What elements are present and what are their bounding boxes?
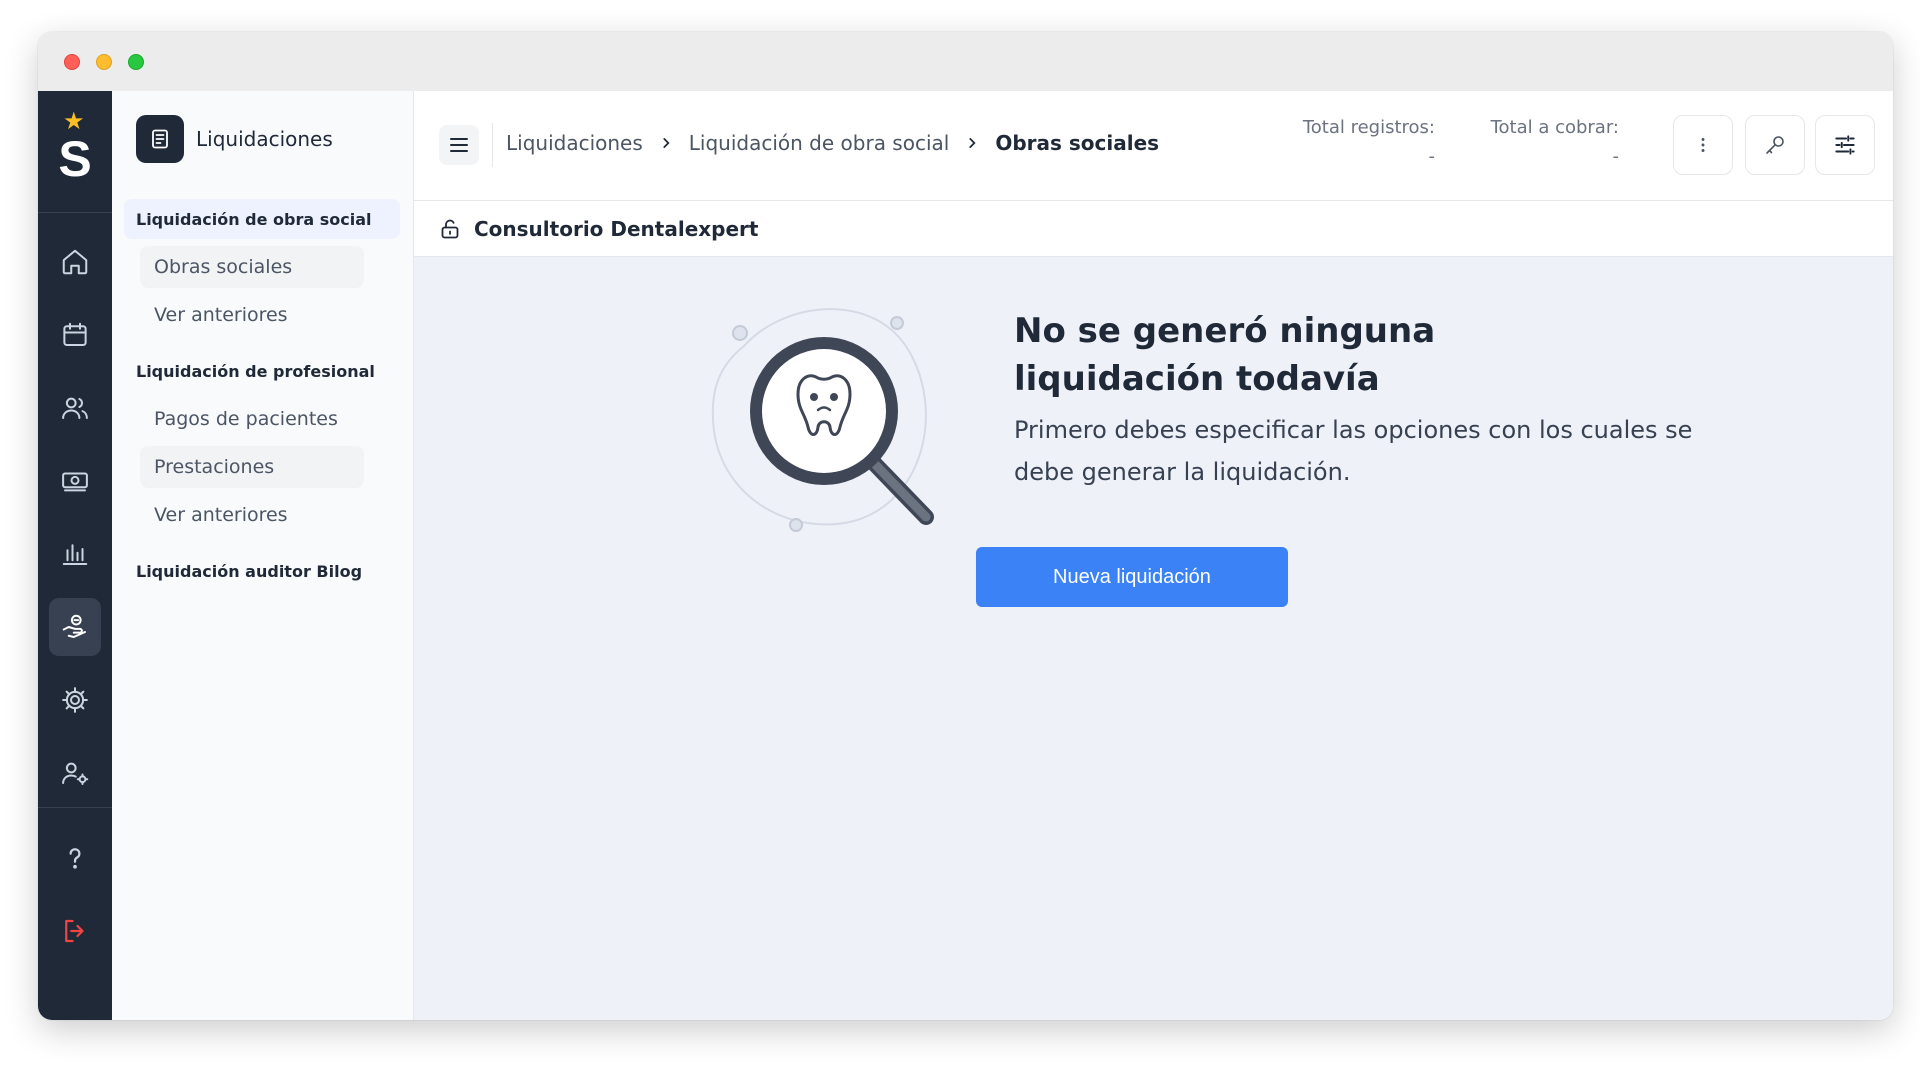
- main-content: Liquidaciones Liquidación de obra social…: [414, 91, 1893, 1020]
- sidebar-section-auditor-bilog[interactable]: Liquidación auditor Bilog: [124, 551, 400, 591]
- breadcrumb: Liquidaciones Liquidación de obra social…: [506, 131, 1159, 155]
- app-body: ★ S Liquidaciones Liquidación de obra so…: [38, 91, 1893, 1020]
- more-vertical-icon: [1701, 138, 1705, 152]
- hamburger-icon: [450, 138, 468, 152]
- stat-total-cobrar-label: Total a cobrar:: [1490, 117, 1619, 138]
- window-titlebar: [38, 32, 1893, 91]
- rail-reports-button[interactable]: [49, 525, 101, 583]
- empty-state-description: Primero debes especificar las opciones c…: [1014, 416, 1693, 486]
- unlock-icon: [441, 219, 459, 238]
- sidebar-header: Liquidaciones: [136, 115, 333, 163]
- menu-toggle-button[interactable]: [439, 125, 479, 165]
- stat-total-cobrar-value: -: [1612, 146, 1620, 167]
- rail-help-button[interactable]: [49, 829, 101, 887]
- window-minimize-button[interactable]: [96, 54, 112, 70]
- sidebar-item-ver-anteriores-profesional[interactable]: Ver anteriores: [140, 494, 364, 536]
- logout-icon: [65, 919, 84, 943]
- main-rail: ★ S: [38, 91, 112, 1020]
- star-icon: ★: [63, 107, 85, 135]
- home-icon: [62, 249, 88, 275]
- money-icon: [62, 472, 88, 492]
- chart-icon: [62, 544, 88, 565]
- breadcrumb-current: Obras sociales: [995, 131, 1160, 155]
- context-bar: Consultorio Dentalexpert: [414, 201, 1893, 257]
- nueva-liquidacion-button[interactable]: Nueva liquidación: [976, 547, 1288, 607]
- app-logo[interactable]: ★ S: [38, 91, 112, 213]
- magnifier-tooth-icon: [711, 308, 934, 532]
- key-icon: [1766, 136, 1784, 154]
- rail-home-button[interactable]: [49, 233, 101, 291]
- liquidaciones-sidebar: Liquidaciones Liquidación de obra social…: [112, 91, 414, 1020]
- filters-button[interactable]: [1815, 115, 1875, 175]
- window-maximize-button[interactable]: [128, 54, 144, 70]
- rail-patients-button[interactable]: [49, 379, 101, 437]
- rail-settings-button[interactable]: [49, 671, 101, 729]
- rail-calendar-button[interactable]: [49, 306, 101, 364]
- window-close-button[interactable]: [64, 54, 80, 70]
- sidebar-section-obra-social[interactable]: Liquidación de obra social: [124, 199, 400, 239]
- rail-divider: [38, 807, 112, 808]
- sidebar-title: Liquidaciones: [196, 127, 333, 151]
- sidebar-section-profesional[interactable]: Liquidación de profesional: [124, 351, 400, 391]
- breadcrumb-obra-social[interactable]: Liquidación de obra social: [689, 131, 950, 155]
- top-bar: Liquidaciones Liquidación de obra social…: [414, 91, 1893, 201]
- sidebar-item-pagos-pacientes[interactable]: Pagos de pacientes: [140, 398, 364, 440]
- app-window: ★ S Liquidaciones Liquidación de obra so…: [38, 32, 1893, 1020]
- sliders-icon: [1835, 135, 1855, 155]
- sidebar-item-prestaciones[interactable]: Prestaciones: [140, 446, 364, 488]
- stat-total-cobrar: Total a cobrar: -: [1491, 117, 1619, 167]
- rail-user-settings-button[interactable]: [49, 744, 101, 802]
- rail-logout-button[interactable]: [49, 902, 101, 960]
- more-options-button[interactable]: [1673, 115, 1733, 175]
- stat-total-registros-value: -: [1428, 146, 1436, 167]
- empty-state: No se generó ninguna liquidación todavía…: [414, 257, 1893, 1020]
- breadcrumb-liquidaciones[interactable]: Liquidaciones: [506, 131, 643, 155]
- chevron-right-icon: [965, 136, 979, 150]
- calendar-icon: [63, 322, 87, 346]
- liquidaciones-icon: [136, 115, 184, 163]
- empty-state-title: No se generó ninguna liquidación todavía: [1014, 311, 1436, 399]
- users-icon: [62, 397, 88, 419]
- help-icon: [69, 848, 81, 869]
- sidebar-item-obras-sociales[interactable]: Obras sociales: [140, 246, 364, 288]
- logo-letter: S: [58, 131, 92, 187]
- chevron-right-icon: [659, 136, 673, 150]
- sidebar-item-ver-anteriores[interactable]: Ver anteriores: [140, 294, 364, 336]
- context-label: Consultorio Dentalexpert: [474, 216, 759, 241]
- rail-liquidaciones-button[interactable]: [49, 598, 101, 656]
- rail-money-button[interactable]: [49, 452, 101, 510]
- gear-icon: [62, 687, 88, 713]
- key-button[interactable]: [1745, 115, 1805, 175]
- user-settings-icon: [62, 762, 89, 785]
- hand-coins-icon: [62, 614, 86, 638]
- stat-total-registros-label: Total registros:: [1302, 117, 1435, 138]
- stat-total-registros: Total registros: -: [1303, 117, 1435, 167]
- topbar-divider: [492, 123, 493, 167]
